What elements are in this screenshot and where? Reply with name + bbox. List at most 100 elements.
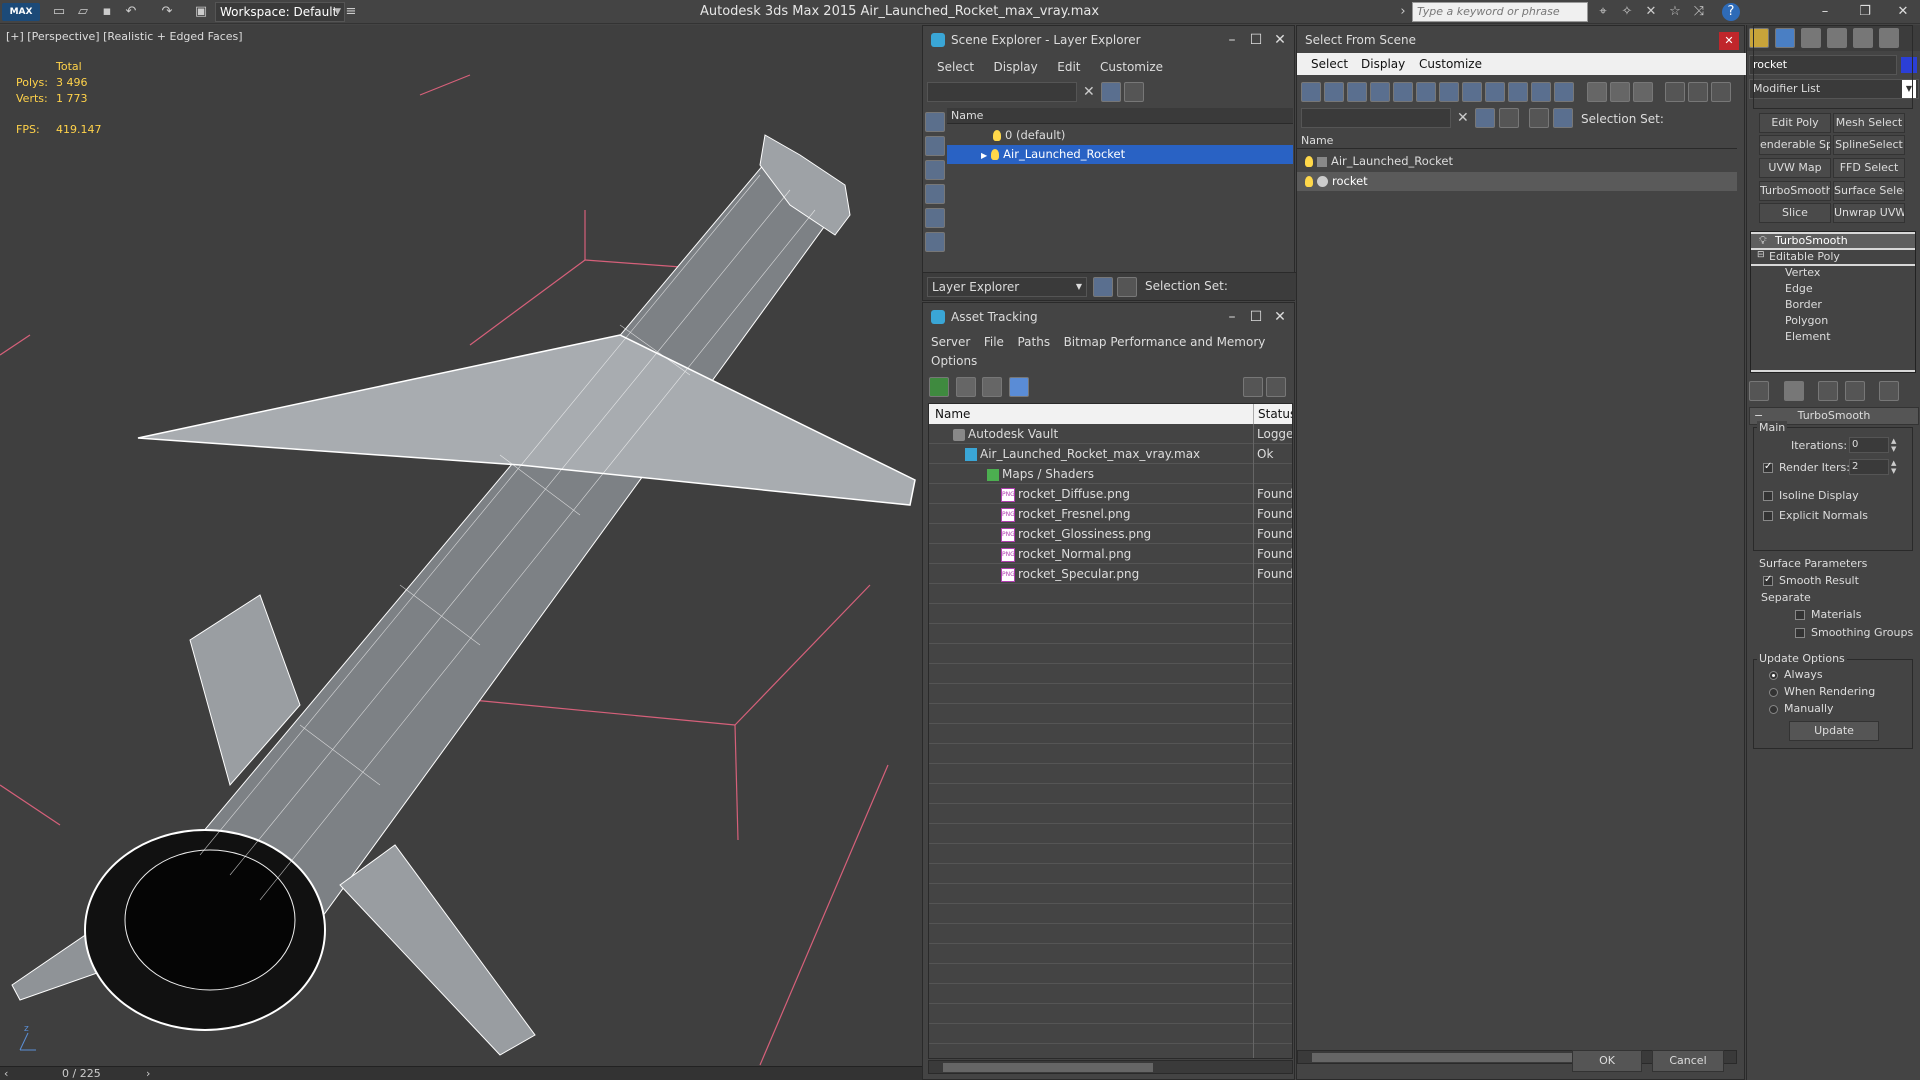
undo-icon[interactable]: ↶: [122, 3, 140, 21]
surface-select-button[interactable]: Surface Select: [1833, 181, 1905, 201]
help-icon[interactable]: [1243, 377, 1263, 397]
table-icon[interactable]: [1008, 377, 1029, 397]
mesh-select-button[interactable]: Mesh Select: [1833, 113, 1905, 133]
layer-item[interactable]: 0 (default): [947, 126, 1293, 145]
explorer-type-dropdown[interactable]: Layer Explorer ▼: [927, 277, 1087, 297]
light-bulb-icon[interactable]: [1305, 156, 1313, 167]
select-invert-icon[interactable]: [1632, 82, 1653, 102]
clear-icon[interactable]: ✕: [1457, 110, 1469, 126]
clear-icon[interactable]: ✕: [1083, 84, 1095, 100]
exchange-icon[interactable]: ⤨: [1690, 3, 1708, 21]
menu-select[interactable]: Select: [937, 60, 974, 74]
menu-customize[interactable]: Customize: [1100, 60, 1163, 74]
display-cameras-icon[interactable]: [925, 208, 945, 228]
menu-select[interactable]: Select: [1311, 57, 1348, 71]
update-button[interactable]: Update: [1789, 721, 1879, 741]
app-logo[interactable]: MAX: [2, 3, 40, 21]
column-name[interactable]: Name: [935, 404, 970, 424]
image-icon[interactable]: [982, 377, 1002, 397]
menu-options[interactable]: Options: [931, 354, 977, 368]
spinner-arrows-icon[interactable]: ▲ ▼: [1891, 437, 1896, 453]
save-icon[interactable]: ▪: [98, 3, 116, 21]
prev-frame-icon[interactable]: ‹: [4, 1067, 8, 1080]
asset-horizontal-scrollbar[interactable]: [928, 1060, 1293, 1074]
light-bulb-icon[interactable]: [1305, 176, 1313, 187]
smoothing-groups-row[interactable]: Smoothing Groups: [1795, 626, 1913, 639]
uvw-map-button[interactable]: UVW Map: [1759, 158, 1831, 178]
display-cameras-icon[interactable]: [1370, 82, 1390, 102]
column-name[interactable]: Name: [947, 108, 1293, 124]
display-geometry-icon[interactable]: [925, 136, 945, 156]
unwrap-uvw-button[interactable]: Unwrap UVW: [1833, 203, 1905, 223]
layer-item-selected[interactable]: ▶ Air_Launched_Rocket: [947, 145, 1293, 164]
when-rendering-radio[interactable]: [1769, 687, 1778, 697]
viewport-label[interactable]: [+] [Perspective] [Realistic + Edged Fac…: [6, 30, 243, 43]
select-none-icon[interactable]: [1609, 82, 1630, 102]
maximize-button[interactable]: ☐: [1243, 307, 1269, 327]
display-lights-icon[interactable]: [1347, 82, 1367, 102]
turbosmooth-button[interactable]: TurboSmooth: [1759, 181, 1831, 201]
display-groups-icon[interactable]: [1439, 82, 1459, 102]
asset-row[interactable]: PNG rocket_Diffuse.png Found: [929, 485, 1292, 504]
display-shapes-icon[interactable]: [1324, 82, 1344, 102]
select-all-icon[interactable]: [1586, 82, 1607, 102]
render-iters-spinner[interactable]: 2: [1849, 459, 1889, 475]
configure-modifier-sets-icon[interactable]: [1879, 381, 1899, 401]
always-radio[interactable]: [1769, 670, 1778, 680]
binoculars-icon[interactable]: ⌖: [1594, 3, 1612, 21]
project-icon[interactable]: ▣: [192, 3, 210, 21]
open-file-icon[interactable]: ▱: [74, 3, 92, 21]
menu-display[interactable]: Display: [1361, 57, 1405, 71]
redo-icon[interactable]: ↷: [158, 3, 176, 21]
new-file-icon[interactable]: ▭: [50, 3, 68, 21]
asset-row[interactable]: PNG rocket_Normal.png Found: [929, 545, 1292, 564]
display-bones-icon[interactable]: [1485, 82, 1505, 102]
search-arrow-icon[interactable]: ›: [1398, 3, 1408, 21]
menu-file[interactable]: File: [984, 335, 1004, 349]
light-bulb-icon[interactable]: 💡︎: [1759, 234, 1767, 248]
scroll-thumb[interactable]: [943, 1063, 1153, 1072]
isoline-checkbox[interactable]: [1763, 491, 1773, 501]
close-button[interactable]: ✕: [1267, 30, 1293, 50]
materials-row[interactable]: Materials: [1795, 608, 1861, 621]
display-shapes-icon[interactable]: [925, 160, 945, 180]
menu-paths[interactable]: Paths: [1017, 335, 1050, 349]
display-helpers-icon[interactable]: [1393, 82, 1413, 102]
display-frozen-icon[interactable]: [1531, 82, 1551, 102]
layer-icon[interactable]: [1124, 82, 1144, 102]
asset-row[interactable]: PNG rocket_Glossiness.png Found: [929, 525, 1292, 544]
settings-icon[interactable]: [1266, 377, 1286, 397]
remove-modifier-icon[interactable]: [1844, 381, 1865, 401]
time-slider[interactable]: ‹ 0 / 225 ›: [0, 1066, 922, 1080]
sfs-search-input[interactable]: [1301, 108, 1451, 128]
restore-button[interactable]: ❐: [1850, 2, 1880, 22]
filter-icon[interactable]: [1101, 82, 1121, 102]
asset-row[interactable]: Air_Launched_Rocket_max_vray.max Ok: [929, 445, 1292, 464]
close-button[interactable]: ✕: [1888, 2, 1918, 22]
close-button[interactable]: ✕: [1267, 307, 1293, 327]
layers-icon[interactable]: [1529, 108, 1549, 128]
scene-node-item[interactable]: Air_Launched_Rocket: [1297, 152, 1737, 171]
display-spacewarps-icon[interactable]: [1416, 82, 1436, 102]
iterations-spinner[interactable]: 0: [1849, 437, 1889, 453]
scene-node-item-selected[interactable]: rocket: [1297, 172, 1737, 191]
spinner-arrows-icon[interactable]: ▲ ▼: [1891, 459, 1896, 475]
manually-row[interactable]: Manually: [1769, 702, 1834, 715]
display-geometry-icon[interactable]: [1301, 82, 1321, 102]
when-rendering-row[interactable]: When Rendering: [1769, 685, 1875, 698]
pin-stack-icon[interactable]: [1749, 381, 1769, 401]
scene-search-input[interactable]: [927, 82, 1077, 102]
light-bulb-icon[interactable]: [993, 130, 1001, 141]
subobject-element[interactable]: Element: [1785, 330, 1831, 343]
display-lights-icon[interactable]: [925, 184, 945, 204]
hierarchy-icon[interactable]: [1553, 108, 1573, 128]
ffd-select-button[interactable]: FFD Select: [1833, 158, 1905, 178]
tools-icon[interactable]: ✧: [1618, 3, 1636, 21]
column-name[interactable]: Name: [1297, 133, 1737, 149]
materials-checkbox[interactable]: [1795, 610, 1805, 620]
menu-overflow-icon[interactable]: ≡: [345, 3, 357, 21]
search-input[interactable]: Type a keyword or phrase: [1412, 2, 1588, 22]
cancel-button[interactable]: Cancel: [1652, 1050, 1724, 1072]
ok-button[interactable]: OK: [1572, 1050, 1642, 1072]
smooth-result-checkbox[interactable]: [1763, 574, 1773, 586]
